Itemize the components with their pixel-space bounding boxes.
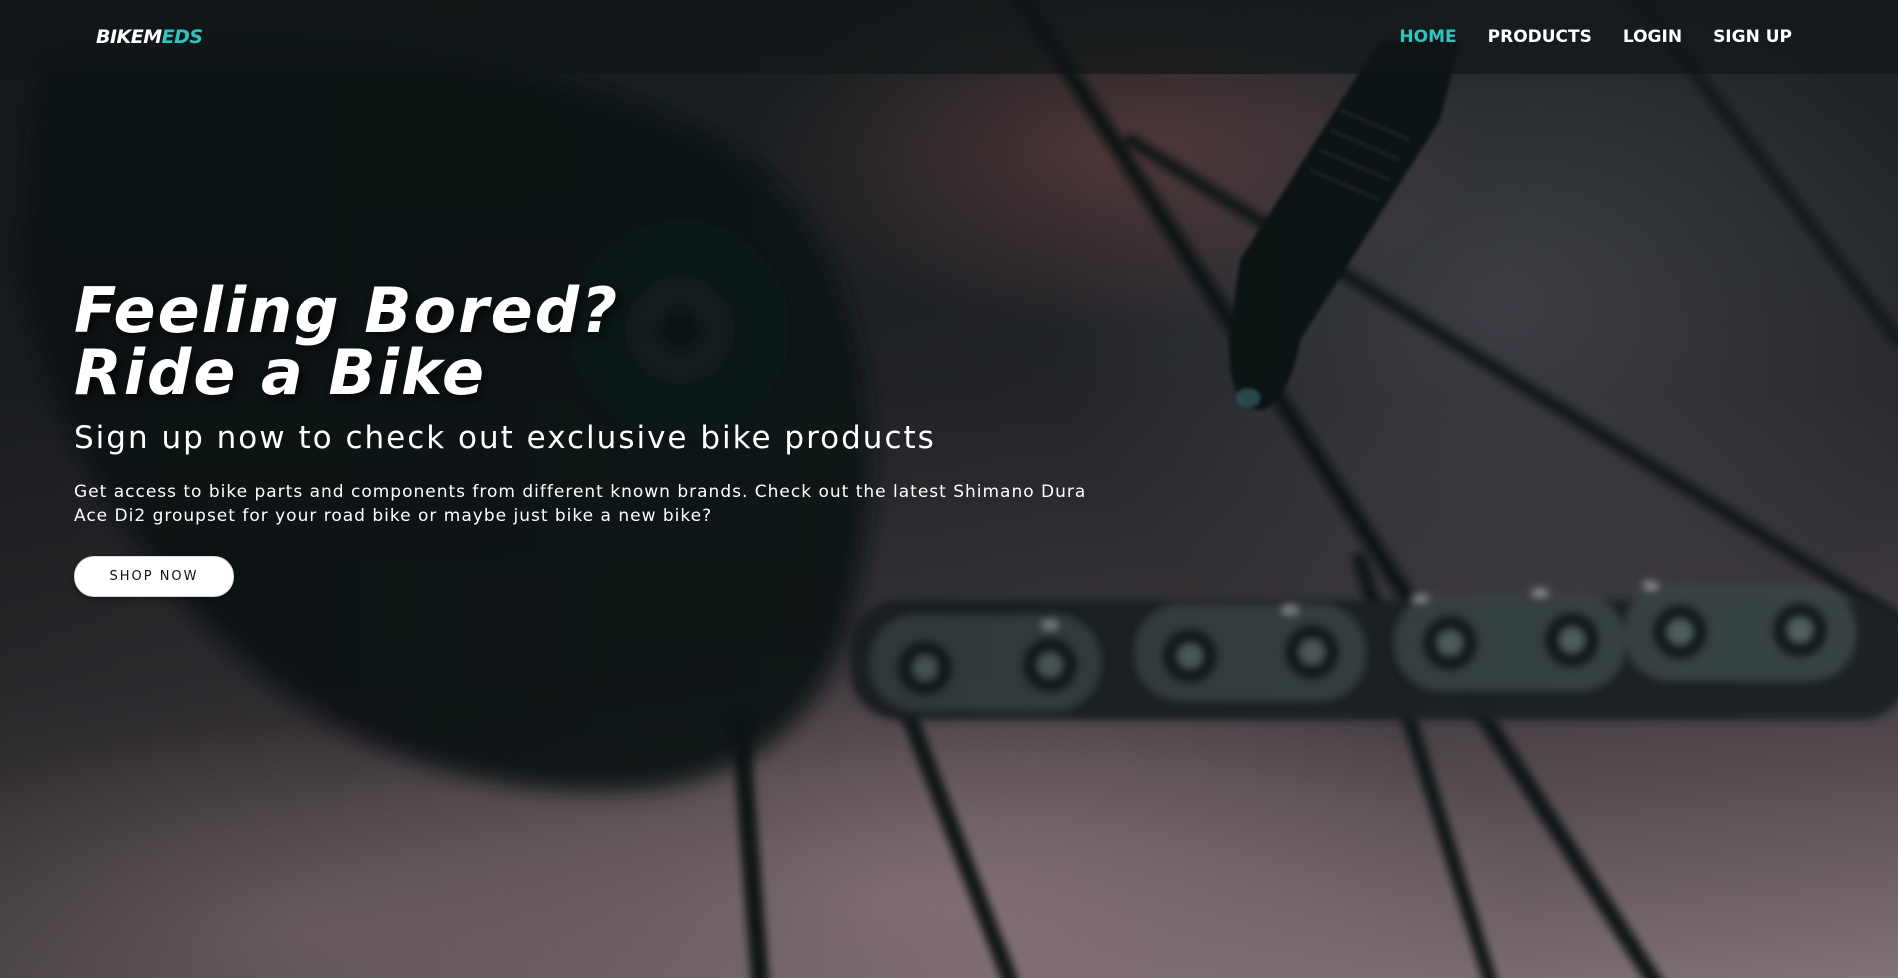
hero-headline: Feeling Bored? Ride a Bike xyxy=(74,280,1174,404)
shop-now-button[interactable]: SHOP NOW xyxy=(74,556,234,597)
logo-text-accent: EDS xyxy=(161,26,203,48)
hero-subheadline: Sign up now to check out exclusive bike … xyxy=(74,420,936,456)
nav-products-link[interactable]: PRODUCTS xyxy=(1488,25,1592,49)
hero-description: Get access to bike parts and components … xyxy=(74,482,1087,526)
hero-headline-line1: Feeling Bored? xyxy=(74,274,620,347)
hero-headline-line2: Ride a Bike xyxy=(74,336,487,409)
top-navbar: BIKEMEDS HOME PRODUCTS LOGIN SIGN UP xyxy=(0,0,1898,74)
brand-logo[interactable]: BIKEMEDS xyxy=(96,25,203,49)
nav-signup-link[interactable]: SIGN UP xyxy=(1713,25,1792,49)
logo-text-primary: BIKEM xyxy=(96,26,162,48)
hero-section: Feeling Bored? Ride a Bike Sign up now t… xyxy=(74,280,1174,597)
nav-home-link[interactable]: HOME xyxy=(1399,25,1456,49)
page: BIKEMEDS HOME PRODUCTS LOGIN SIGN UP Fee… xyxy=(0,0,1898,978)
nav-links: HOME PRODUCTS LOGIN SIGN UP xyxy=(1399,25,1792,49)
nav-login-link[interactable]: LOGIN xyxy=(1623,25,1682,49)
